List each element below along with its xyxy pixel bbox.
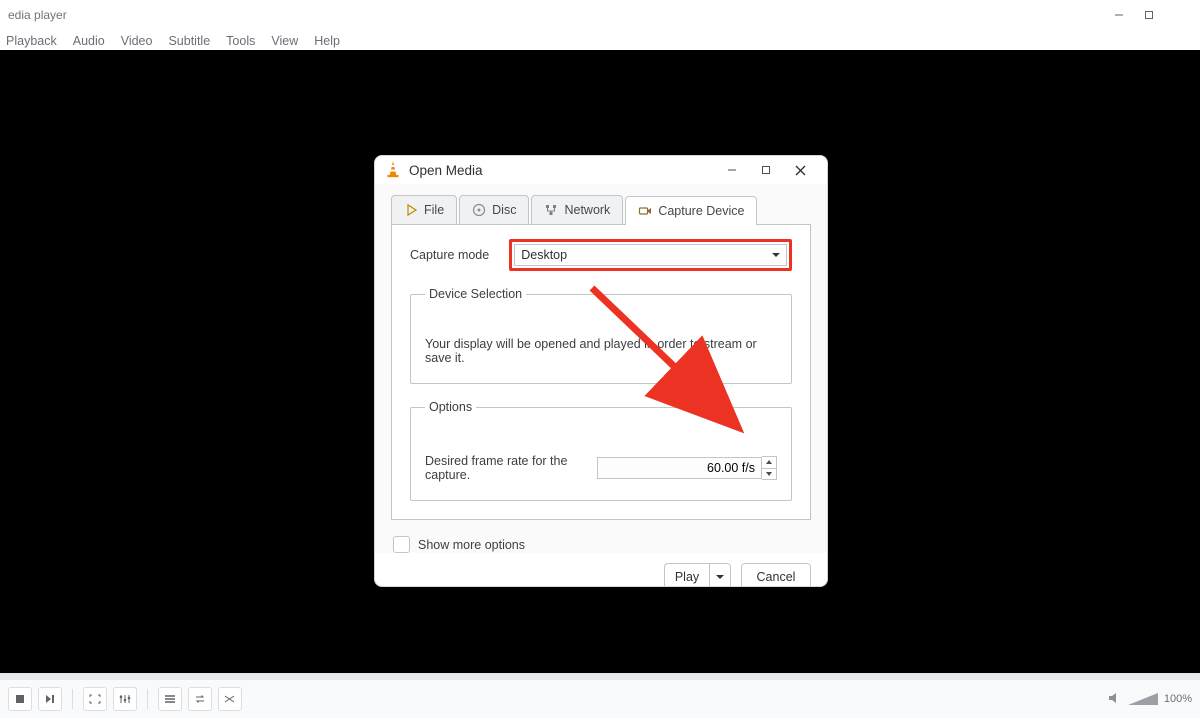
- spinner-up-icon[interactable]: [762, 457, 776, 469]
- framerate-label: Desired frame rate for the capture.: [425, 454, 579, 482]
- menu-subtitle[interactable]: Subtitle: [168, 34, 210, 48]
- tab-disc[interactable]: Disc: [459, 195, 529, 224]
- open-media-dialog: Open Media File Disc Network: [374, 155, 828, 587]
- capture-mode-select[interactable]: Desktop: [514, 244, 787, 266]
- dialog-titlebar: Open Media: [375, 156, 827, 184]
- show-more-options-label: Show more options: [418, 538, 525, 552]
- extended-settings-button[interactable]: [113, 687, 137, 711]
- dialog-minimize-button[interactable]: [715, 156, 749, 184]
- main-window-title: edia player: [8, 8, 67, 22]
- dialog-title: Open Media: [409, 163, 483, 178]
- device-selection-message: Your display will be opened and played i…: [425, 317, 777, 365]
- framerate-spinner[interactable]: [762, 456, 777, 480]
- show-more-options-row[interactable]: Show more options: [393, 536, 811, 553]
- show-more-options-checkbox[interactable]: [393, 536, 410, 553]
- fullscreen-button[interactable]: [83, 687, 107, 711]
- tab-capture-device-label: Capture Device: [658, 204, 744, 218]
- loop-button[interactable]: [188, 687, 212, 711]
- tab-network[interactable]: Network: [531, 195, 623, 224]
- capture-device-tab-content: Capture mode Desktop Device Selection Yo…: [391, 225, 811, 520]
- stop-button[interactable]: [8, 687, 32, 711]
- options-group: Options Desired frame rate for the captu…: [410, 400, 792, 501]
- tab-network-label: Network: [564, 203, 610, 217]
- tab-capture-device[interactable]: Capture Device: [625, 196, 757, 225]
- capture-mode-value: Desktop: [521, 248, 567, 262]
- seek-bar[interactable]: [0, 674, 1200, 680]
- options-legend: Options: [425, 400, 476, 414]
- annotation-highlight-box: Desktop: [509, 239, 792, 271]
- play-dropdown-button[interactable]: [709, 563, 731, 587]
- dialog-maximize-button[interactable]: [749, 156, 783, 184]
- dialog-close-button[interactable]: [783, 156, 817, 184]
- mute-button[interactable]: [1108, 692, 1122, 707]
- tab-file[interactable]: File: [391, 195, 457, 224]
- device-selection-group: Device Selection Your display will be op…: [410, 287, 792, 384]
- cancel-button-label: Cancel: [757, 570, 796, 584]
- menu-help[interactable]: Help: [314, 34, 340, 48]
- main-titlebar: edia player: [0, 0, 1200, 30]
- play-button-label: Play: [675, 570, 699, 584]
- tab-strip: File Disc Network Capture Device: [391, 194, 811, 225]
- shuffle-button[interactable]: [218, 687, 242, 711]
- controls-bar: 100%: [0, 673, 1200, 718]
- device-selection-legend: Device Selection: [425, 287, 526, 301]
- window-maximize-button[interactable]: [1134, 3, 1164, 27]
- playlist-button[interactable]: [158, 687, 182, 711]
- menu-tools[interactable]: Tools: [226, 34, 255, 48]
- menu-video[interactable]: Video: [121, 34, 153, 48]
- spinner-down-icon[interactable]: [762, 469, 776, 480]
- tab-disc-label: Disc: [492, 203, 516, 217]
- volume-label: 100%: [1164, 693, 1192, 705]
- capture-mode-label: Capture mode: [410, 248, 489, 262]
- volume-slider[interactable]: [1128, 693, 1158, 705]
- dialog-footer: Play Cancel: [375, 553, 827, 587]
- play-button[interactable]: Play: [664, 563, 709, 587]
- menu-playback[interactable]: Playback: [6, 34, 57, 48]
- tab-file-label: File: [424, 203, 444, 217]
- cancel-button[interactable]: Cancel: [741, 563, 811, 587]
- menu-audio[interactable]: Audio: [73, 34, 105, 48]
- next-button[interactable]: [38, 687, 62, 711]
- menu-view[interactable]: View: [271, 34, 298, 48]
- window-minimize-button[interactable]: [1104, 3, 1134, 27]
- framerate-input[interactable]: [597, 457, 762, 479]
- vlc-cone-icon: [385, 160, 401, 181]
